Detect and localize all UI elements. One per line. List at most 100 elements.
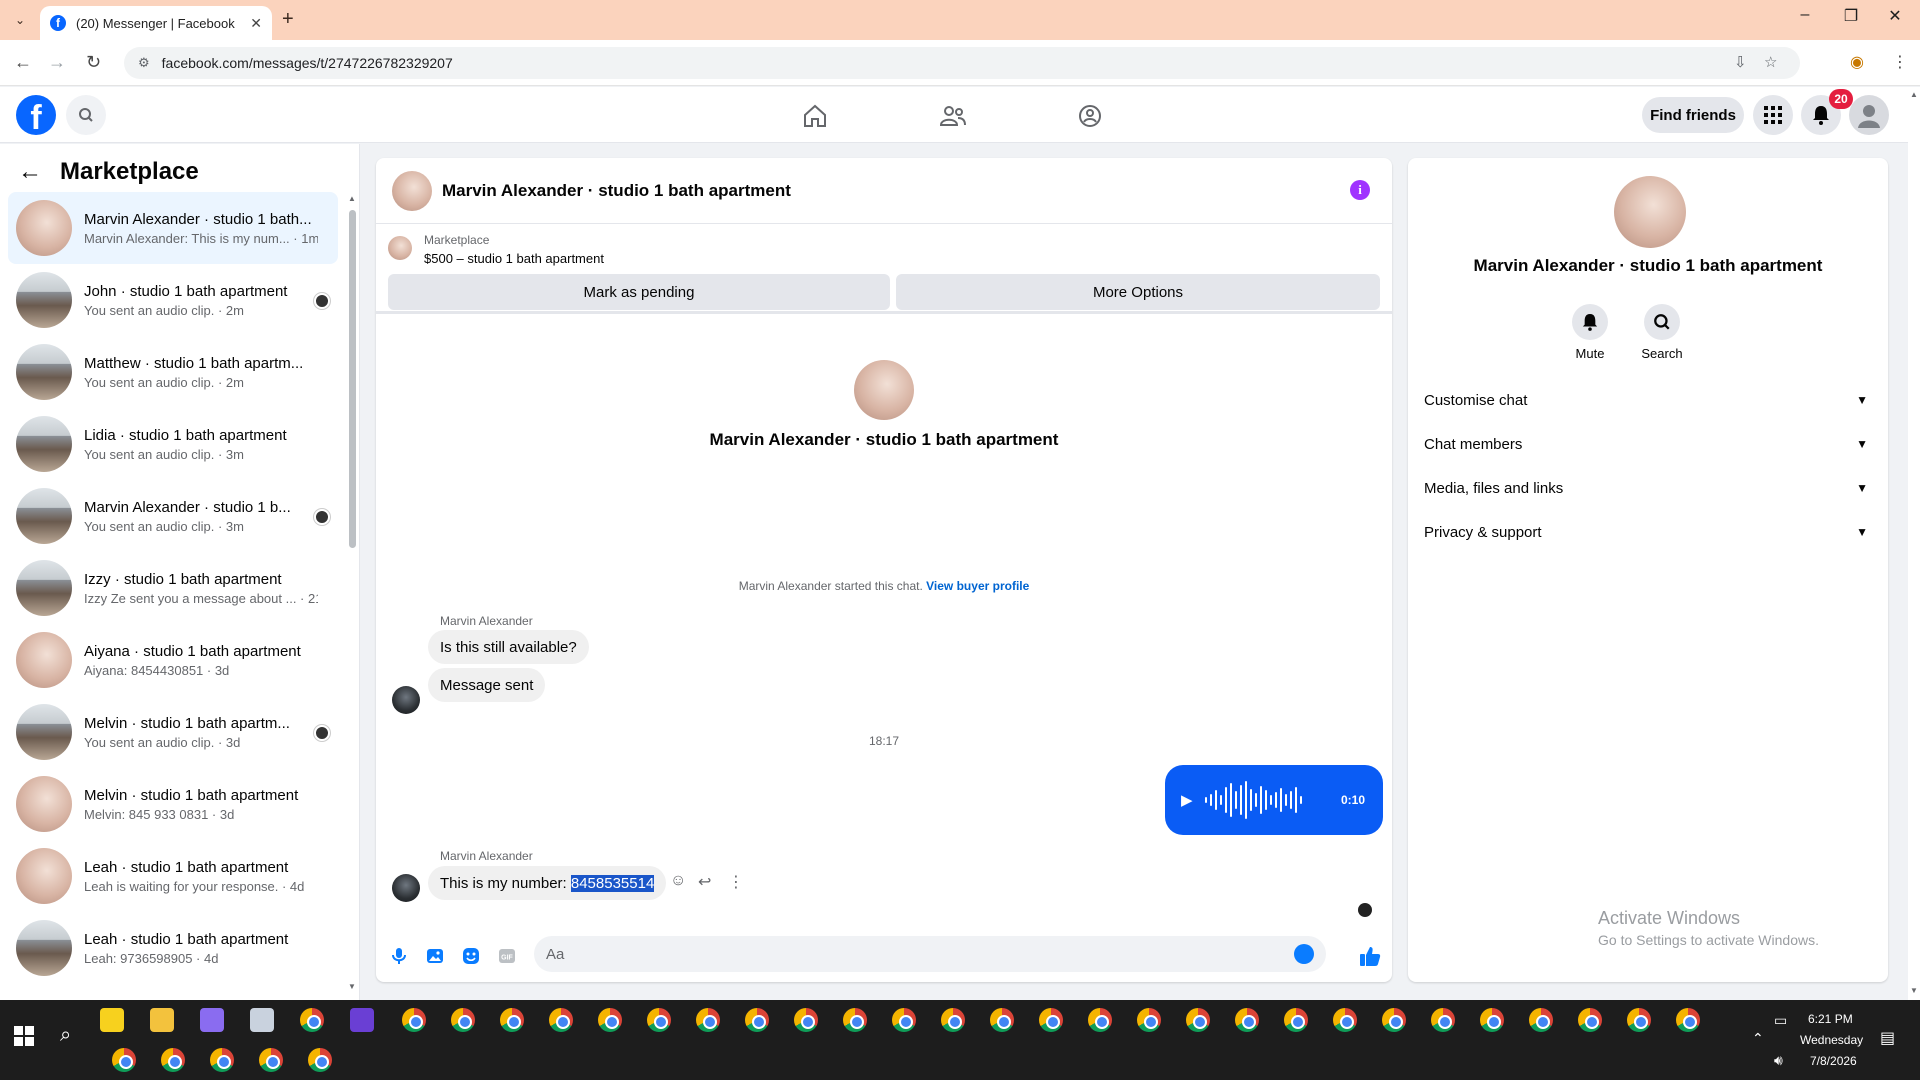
conversation-item[interactable]: Lidia · studio 1 bath apartment You sent … xyxy=(8,408,338,480)
taskbar-date[interactable]: 7/8/2026 xyxy=(1810,1054,1857,1068)
chrome-icon[interactable] xyxy=(1186,1008,1210,1032)
conversation-item[interactable]: John · studio 1 bath apartment You sent a… xyxy=(8,264,338,336)
chrome-icon[interactable] xyxy=(259,1048,283,1072)
tab-close-icon[interactable]: ✕ xyxy=(250,15,262,32)
chrome-icon[interactable] xyxy=(112,1048,136,1072)
chrome-icon[interactable] xyxy=(843,1008,867,1032)
chrome-icon[interactable] xyxy=(794,1008,818,1032)
listing-price[interactable]: $500 – studio 1 bath apartment xyxy=(424,251,604,266)
page-scroll-down-icon[interactable]: ▼ xyxy=(1910,986,1918,995)
copilot-icon[interactable] xyxy=(200,1008,224,1032)
conversation-item[interactable]: Leah · studio 1 bath apartment Leah: 9736… xyxy=(8,912,338,984)
message-bubble[interactable]: This is my number: 8458535514 xyxy=(428,866,667,900)
conversation-item[interactable]: Marvin Alexander · studio 1 b... You sent… xyxy=(8,480,338,552)
action-center-icon[interactable]: ▤ xyxy=(1880,1028,1895,1048)
reload-icon[interactable]: ↻ xyxy=(86,52,101,73)
chrome-icon[interactable] xyxy=(1333,1008,1357,1032)
tray-overflow-icon[interactable]: ⌃ xyxy=(1752,1030,1764,1047)
browser-menu-icon[interactable]: ⋮ xyxy=(1892,52,1908,72)
friends-icon[interactable] xyxy=(938,101,968,131)
chat-members-section[interactable]: Chat members ▼ xyxy=(1424,422,1872,466)
chrome-icon[interactable] xyxy=(1529,1008,1553,1032)
message-bubble[interactable]: Message sent xyxy=(428,668,546,702)
privacy-support-section[interactable]: Privacy & support ▼ xyxy=(1424,510,1872,554)
chrome-icon[interactable] xyxy=(745,1008,769,1032)
menu-grid-icon[interactable] xyxy=(1753,95,1793,135)
listing-thumbnail[interactable] xyxy=(388,236,412,260)
home-icon[interactable] xyxy=(800,101,830,131)
mute-action[interactable]: Mute xyxy=(1560,304,1620,361)
more-actions-icon[interactable]: ⋮ xyxy=(728,872,744,892)
chrome-icon[interactable] xyxy=(892,1008,916,1032)
chrome-icon[interactable] xyxy=(1676,1008,1700,1032)
page-scroll-up-icon[interactable]: ▲ xyxy=(1910,90,1918,99)
bookmark-star-icon[interactable]: ☆ xyxy=(1764,53,1777,71)
taskbar-day[interactable]: Wednesday xyxy=(1800,1033,1863,1047)
app-icon[interactable] xyxy=(350,1008,374,1032)
chrome-icon[interactable] xyxy=(1284,1008,1308,1032)
selected-phone-number[interactable]: 8458535514 xyxy=(570,874,655,892)
facebook-logo-icon[interactable]: f xyxy=(16,95,56,135)
chrome-icon[interactable] xyxy=(1088,1008,1112,1032)
intro-avatar[interactable] xyxy=(854,360,914,420)
chrome-icon[interactable] xyxy=(402,1008,426,1032)
sender-avatar[interactable] xyxy=(392,686,420,714)
taskbar-search-icon[interactable]: ⌕ xyxy=(60,1024,71,1047)
conversation-item[interactable]: Aiyana · studio 1 bath apartment Aiyana: … xyxy=(8,624,338,696)
maximize-button[interactable]: ❐ xyxy=(1836,6,1866,26)
sticker-icon[interactable] xyxy=(462,947,480,965)
emoji-icon[interactable] xyxy=(1294,944,1314,964)
account-avatar[interactable] xyxy=(1849,95,1889,135)
chrome-icon[interactable] xyxy=(696,1008,720,1032)
find-friends-button[interactable]: Find friends xyxy=(1642,97,1744,133)
conversation-item[interactable]: Melvin · studio 1 bath apartm... You sent… xyxy=(8,696,338,768)
scroll-up-icon[interactable]: ▲ xyxy=(348,194,356,203)
browser-tab-messenger[interactable]: f (20) Messenger | Facebook ✕ xyxy=(40,6,272,40)
chrome-icon[interactable] xyxy=(598,1008,622,1032)
site-info-icon[interactable]: ⚙ xyxy=(138,55,150,71)
chrome-icon[interactable] xyxy=(1382,1008,1406,1032)
conversation-item[interactable]: Melvin · studio 1 bath apartment Melvin: … xyxy=(8,768,338,840)
conversation-item[interactable]: Leah · studio 1 bath apartment Leah is wa… xyxy=(8,840,338,912)
play-icon[interactable]: ▶ xyxy=(1181,791,1193,809)
app-icon[interactable] xyxy=(250,1008,274,1032)
minimize-button[interactable]: – xyxy=(1790,6,1820,24)
chrome-icon[interactable] xyxy=(1039,1008,1063,1032)
forward-arrow-icon[interactable]: → xyxy=(48,52,66,73)
search-icon[interactable] xyxy=(66,95,106,135)
search-action[interactable]: Search xyxy=(1632,304,1692,361)
chrome-icon[interactable] xyxy=(1431,1008,1455,1032)
address-bar[interactable]: ⚙ facebook.com/messages/t/27472267823292… xyxy=(124,47,1800,79)
close-window-button[interactable]: ✕ xyxy=(1880,6,1910,26)
reply-icon[interactable]: ↩ xyxy=(698,872,711,892)
chrome-icon[interactable] xyxy=(941,1008,965,1032)
chrome-icon[interactable] xyxy=(990,1008,1014,1032)
install-app-icon[interactable]: ⇩ xyxy=(1734,53,1747,71)
message-bubble[interactable]: Is this still available? xyxy=(428,630,589,664)
view-buyer-profile-link[interactable]: View buyer profile xyxy=(926,579,1029,593)
chrome-icon[interactable] xyxy=(451,1008,475,1032)
chat-avatar[interactable] xyxy=(392,170,432,211)
gaming-icon[interactable] xyxy=(1075,101,1105,131)
photo-icon[interactable] xyxy=(426,947,444,965)
chrome-icon[interactable] xyxy=(300,1008,324,1032)
back-arrow-icon[interactable]: ← xyxy=(14,52,32,73)
chrome-icon[interactable] xyxy=(308,1048,332,1072)
gif-icon[interactable]: GIF xyxy=(498,947,516,965)
conversation-item[interactable]: Izzy · studio 1 bath apartment Izzy Ze se… xyxy=(8,552,338,624)
taskbar-time[interactable]: 6:21 PM xyxy=(1808,1012,1853,1026)
new-tab-icon[interactable]: + xyxy=(282,8,294,31)
file-explorer-icon[interactable] xyxy=(150,1008,174,1032)
search-icon[interactable] xyxy=(1644,304,1680,340)
conversation-item[interactable]: Matthew · studio 1 bath apartm... You sen… xyxy=(8,336,338,408)
message-input[interactable]: Aa xyxy=(534,936,1326,972)
microphone-icon[interactable] xyxy=(390,947,408,965)
network-icon[interactable]: ▭ xyxy=(1774,1012,1787,1029)
customise-chat-section[interactable]: Customise chat ▼ xyxy=(1424,378,1872,422)
sidebar-scrollbar[interactable] xyxy=(349,210,356,548)
volume-icon[interactable]: 🔊︎ xyxy=(1774,1052,1783,1069)
tab-search-dropdown[interactable]: ⌄ xyxy=(8,8,32,32)
chrome-icon[interactable] xyxy=(1137,1008,1161,1032)
chrome-icon[interactable] xyxy=(161,1048,185,1072)
chat-title[interactable]: Marvin Alexander · studio 1 bath apartme… xyxy=(442,181,791,201)
